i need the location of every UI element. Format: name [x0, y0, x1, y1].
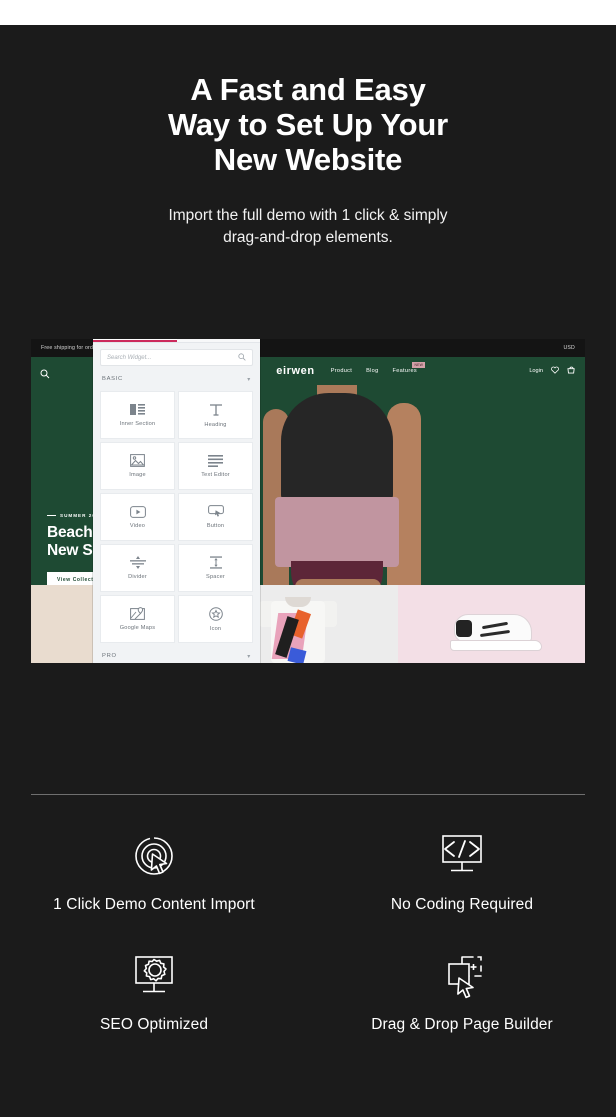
text-lines-icon	[208, 454, 223, 467]
elementor-panel-body: Search Widget... BASIC ▾ Inner Section H…	[93, 343, 260, 663]
chevron-down-icon: ▾	[247, 653, 251, 660]
search-widget-field[interactable]: Search Widget...	[100, 349, 253, 366]
widget-label: Inner Section	[119, 421, 156, 427]
widget-divider[interactable]: Divider	[100, 544, 175, 592]
drag-drop-cursor-icon	[437, 950, 487, 1002]
widget-image[interactable]: Image	[100, 442, 175, 490]
feature-row-2: SEO Optimized Drag & Drop Page Builder	[0, 950, 616, 1034]
monitor-gear-icon	[129, 950, 179, 1002]
widget-label: Text Editor	[201, 471, 230, 478]
widget-button[interactable]: Button	[178, 493, 253, 541]
hero-title-line-1: A Fast and Easy	[190, 72, 426, 107]
image-icon	[130, 454, 145, 467]
heading-t-icon	[209, 403, 223, 417]
hero-subtitle-line-2: drag-and-drop elements.	[223, 229, 393, 246]
nav-link-features-label: Features	[392, 368, 417, 374]
hero-heading-line-2: New S	[47, 542, 93, 559]
columns-icon	[130, 403, 145, 416]
widget-label: Icon	[209, 625, 222, 632]
nav-link-product[interactable]: Product	[331, 368, 352, 374]
feature-label: No Coding Required	[390, 896, 534, 913]
click-target-cursor-icon	[131, 830, 177, 882]
section-title-pro: PRO	[102, 653, 117, 659]
elementor-panel: elementor ELEMENTS GLOBAL Search Widget.…	[93, 339, 260, 663]
model-photo	[259, 385, 431, 617]
button-cursor-icon	[207, 505, 224, 518]
feature-row-1: 1 Click Demo Content Import No Coding Re…	[0, 830, 616, 914]
section-divider	[31, 794, 585, 795]
demo-screenshot-mockup: Free shipping for orders over $ USD Shop…	[31, 339, 585, 663]
hero-title-line-3: New Website	[213, 142, 403, 177]
widget-label: Google Maps	[119, 625, 156, 631]
nav-right-group: Login	[529, 357, 576, 385]
widget-label: Video	[129, 522, 146, 529]
currency-selector[interactable]: USD	[563, 339, 575, 357]
hero-title-line-2: Way to Set Up Your	[167, 107, 449, 142]
login-link[interactable]: Login	[529, 368, 543, 374]
feature-label: SEO Optimized	[99, 1016, 209, 1033]
chevron-down-icon: ▾	[247, 376, 251, 383]
feature-item-no-coding-required: No Coding Required	[308, 830, 616, 914]
widget-label: Spacer	[206, 574, 225, 580]
widget-label: Divider	[128, 574, 147, 580]
feature-list: 1 Click Demo Content Import No Coding Re…	[0, 830, 616, 1034]
map-pin-icon	[130, 607, 145, 620]
section-title-basic: BASIC	[102, 376, 123, 382]
tab-elements[interactable]: ELEMENTS	[93, 339, 177, 342]
search-widget-placeholder: Search Widget...	[107, 354, 152, 361]
product-tile-sneaker[interactable]	[398, 585, 585, 663]
feature-label: Drag & Drop Page Builder	[371, 1016, 553, 1033]
widget-spacer[interactable]: Spacer	[178, 544, 253, 592]
feature-label: 1 Click Demo Content Import	[53, 896, 255, 913]
page-root: A Fast and Easy Way to Set Up Your New W…	[0, 0, 616, 1117]
site-logo[interactable]: eirwen	[274, 365, 316, 377]
widget-label: Button	[206, 523, 225, 529]
hero-subtitle-line-1: Import the full demo with 1 click & simp…	[168, 207, 448, 224]
hero-copy: A Fast and Easy Way to Set Up Your New W…	[0, 72, 616, 249]
nav-link-features[interactable]: Features NEW	[392, 362, 425, 374]
widget-label: Image	[129, 472, 146, 478]
hero-subtitle: Import the full demo with 1 click & simp…	[0, 205, 616, 249]
divider-icon	[129, 556, 146, 569]
widget-video[interactable]: Video	[100, 493, 175, 541]
search-icon[interactable]	[40, 366, 50, 379]
widget-icon[interactable]: Icon	[178, 595, 253, 643]
video-play-icon	[129, 505, 146, 518]
hero-heading-line-1: Beach	[47, 524, 93, 541]
widget-heading[interactable]: Heading	[178, 391, 253, 439]
section-header-basic[interactable]: BASIC ▾	[100, 370, 253, 388]
widget-grid-basic: Inner Section Heading Image Text Editor …	[100, 391, 253, 643]
status-badge: NEW	[412, 362, 425, 368]
heart-icon[interactable]	[551, 366, 559, 376]
feature-item-drag-drop-page-builder: Drag & Drop Page Builder	[308, 950, 616, 1034]
page-title: A Fast and Easy Way to Set Up Your New W…	[0, 72, 616, 177]
widget-text-editor[interactable]: Text Editor	[178, 442, 253, 490]
widget-label: Heading	[204, 421, 227, 428]
feature-item-seo-optimized: SEO Optimized	[0, 950, 308, 1034]
nav-link-blog[interactable]: Blog	[366, 368, 378, 374]
monitor-code-icon	[437, 830, 487, 882]
cart-icon[interactable]	[567, 366, 576, 376]
feature-item-1-click-demo-content-import: 1 Click Demo Content Import	[0, 830, 308, 914]
eyebrow-dash	[47, 515, 56, 516]
widget-google-maps[interactable]: Google Maps	[100, 595, 175, 643]
tshirt-image	[259, 591, 337, 663]
search-icon	[238, 352, 246, 363]
star-circle-icon	[208, 606, 223, 621]
top-white-strip	[0, 0, 616, 25]
widget-inner-section[interactable]: Inner Section	[100, 391, 175, 439]
spacer-icon	[208, 556, 224, 569]
tab-global[interactable]: GLOBAL	[176, 339, 260, 342]
sneaker-image	[450, 607, 542, 651]
section-header-pro[interactable]: PRO ▾	[100, 647, 253, 663]
nav-links: Shop eirwen Product Blog Features NEW	[246, 357, 425, 385]
